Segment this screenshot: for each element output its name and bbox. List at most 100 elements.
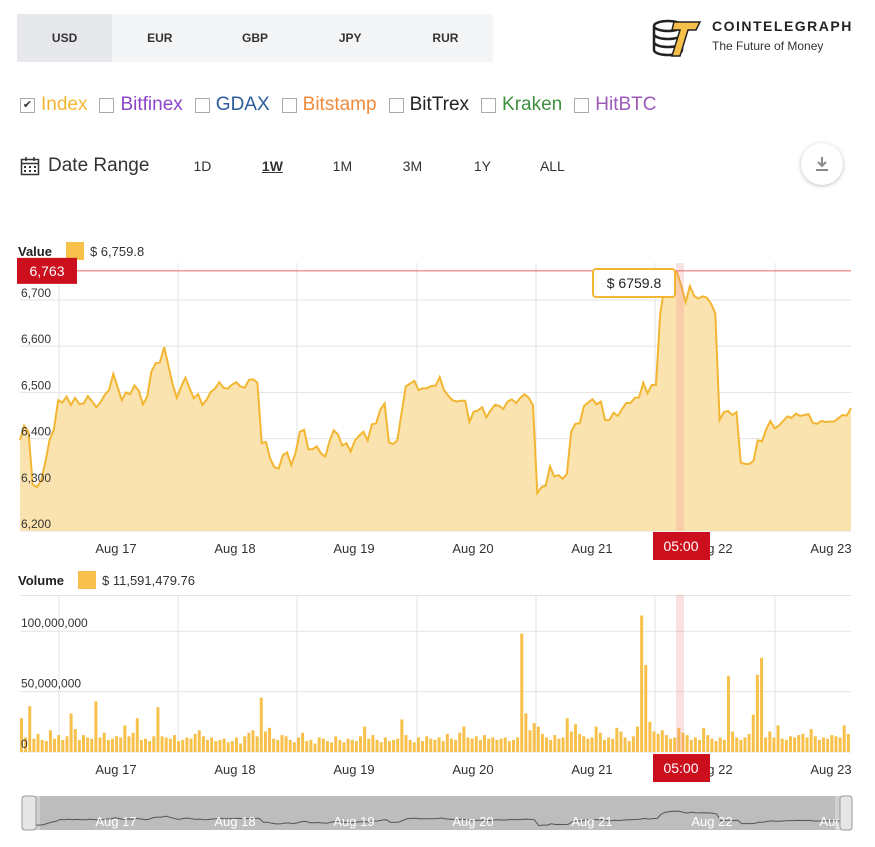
volume-bar: [636, 726, 639, 752]
range-3m-button[interactable]: 3M: [377, 158, 447, 174]
volume-bar: [706, 735, 710, 752]
navigator-label: Aug 20: [452, 814, 493, 829]
tab-rur[interactable]: RUR: [398, 14, 493, 62]
price-tooltip-text: $ 6759.8: [607, 275, 662, 291]
checkbox-icon[interactable]: [481, 97, 497, 113]
exchange-bitfinex[interactable]: Bitfinex: [99, 94, 183, 116]
volume-bar: [507, 741, 511, 752]
price-chart[interactable]: 6,200 6,300 6,400 6,500 6,600 6,700 Aug 17 Aug…: [0, 255, 875, 565]
volume-bar: [94, 701, 98, 752]
exchange-label: Bitstamp: [302, 94, 377, 115]
navigator-left-handle[interactable]: [21, 795, 37, 831]
range-navigator[interactable]: Aug 17 Aug 18 Aug 19 Aug 20 Aug 21 Aug 22 Aug: [0, 792, 875, 837]
y-tick-label: 100,000,000: [21, 616, 88, 630]
volume-bar: [491, 737, 495, 752]
x-tick-label: Aug 20: [452, 541, 493, 556]
volume-bar: [69, 713, 73, 752]
range-all-button[interactable]: ALL: [517, 158, 587, 174]
volume-bar: [123, 725, 127, 752]
tab-jpy[interactable]: JPY: [303, 14, 398, 62]
volume-bar: [722, 739, 726, 752]
volume-bar: [793, 737, 797, 752]
volume-bar: [640, 615, 644, 752]
exchange-gdax[interactable]: GDAX: [194, 94, 270, 116]
range-1w-button[interactable]: 1W: [237, 158, 307, 174]
volume-bar: [594, 726, 598, 752]
volume-bar: [164, 737, 168, 752]
volume-bar: [536, 726, 540, 752]
exchange-hitbtc[interactable]: HitBTC: [574, 94, 656, 116]
volume-bar: [545, 737, 549, 752]
volume-bar: [234, 737, 238, 752]
tab-gbp[interactable]: GBP: [207, 14, 302, 62]
volume-bar: [36, 733, 40, 752]
volume-bar: [743, 737, 747, 752]
cointelegraph-logo[interactable]: COINTELEGRAPH The Future of Money: [650, 14, 870, 62]
x-tick-label: Aug 17: [95, 541, 136, 556]
exchange-kraken[interactable]: Kraken: [481, 94, 562, 116]
volume-chart[interactable]: 0 50,000,000 100,000,000 Aug 17 Aug 18 Aug 1…: [0, 590, 875, 785]
volume-bar: [350, 739, 354, 752]
volume-bar: [664, 735, 668, 752]
exchange-index[interactable]: ✔ Index: [20, 94, 87, 116]
volume-bar: [408, 739, 412, 752]
volume-bar: [226, 742, 230, 752]
range-1y-button[interactable]: 1Y: [447, 158, 517, 174]
volume-bar: [330, 742, 334, 752]
volume-bar: [586, 738, 590, 752]
exchange-bitstamp[interactable]: Bitstamp: [281, 94, 377, 116]
checkbox-icon[interactable]: [388, 97, 404, 113]
volume-bar: [565, 718, 569, 752]
volume-bar: [189, 738, 193, 752]
volume-bar: [842, 725, 846, 752]
exchange-label: HitBTC: [595, 94, 657, 115]
volume-bar: [669, 738, 673, 752]
volume-bar: [197, 730, 201, 752]
checkbox-checked-icon[interactable]: ✔: [20, 97, 35, 113]
volume-bar: [44, 741, 48, 752]
download-button[interactable]: [801, 143, 843, 185]
volume-bar: [726, 675, 730, 752]
volume-bar: [139, 739, 143, 752]
tab-eur[interactable]: EUR: [112, 14, 207, 62]
checkbox-icon[interactable]: [194, 97, 210, 113]
calendar-icon: [20, 157, 40, 176]
volume-bar: [698, 739, 702, 752]
volume-bar: [354, 741, 358, 752]
range-1d-button[interactable]: 1D: [167, 158, 237, 174]
volume-bar: [371, 735, 375, 752]
coin-stack-icon: [652, 19, 702, 57]
exchange-bittrex[interactable]: BitTrex: [388, 94, 469, 116]
volume-bar: [148, 741, 152, 752]
checkbox-icon[interactable]: [99, 97, 115, 113]
volume-bar: [387, 741, 391, 752]
tab-usd[interactable]: USD: [17, 14, 113, 62]
volume-bar: [321, 738, 325, 752]
volume-bar: [602, 739, 606, 752]
volume-bar: [524, 713, 528, 752]
volume-bar: [826, 738, 830, 752]
y-tick-label: 6,300: [21, 471, 51, 485]
volume-bar: [441, 741, 445, 752]
navigator-right-handle[interactable]: [839, 795, 853, 831]
volume-bar: [379, 742, 383, 752]
volume-bar: [830, 735, 834, 752]
volume-bar: [73, 729, 77, 752]
volume-bar: [206, 739, 210, 752]
volume-bar: [280, 735, 284, 752]
checkbox-icon[interactable]: [281, 97, 297, 113]
checkbox-icon[interactable]: [574, 97, 590, 113]
volume-bar: [247, 732, 251, 752]
y-tick-label: 50,000,000: [21, 677, 81, 691]
volume-bar: [520, 633, 524, 752]
volume-bar: [425, 736, 429, 752]
logo-subtitle: The Future of Money: [712, 39, 824, 53]
volume-bar: [201, 736, 205, 752]
volume-bar: [549, 739, 553, 752]
crosshair-time-label: 05:00: [663, 538, 698, 554]
range-1m-button[interactable]: 1M: [307, 158, 377, 174]
volume-bar: [272, 738, 276, 752]
volume-bar: [813, 736, 817, 752]
volume-bar: [367, 738, 371, 752]
volume-bar: [412, 742, 416, 752]
